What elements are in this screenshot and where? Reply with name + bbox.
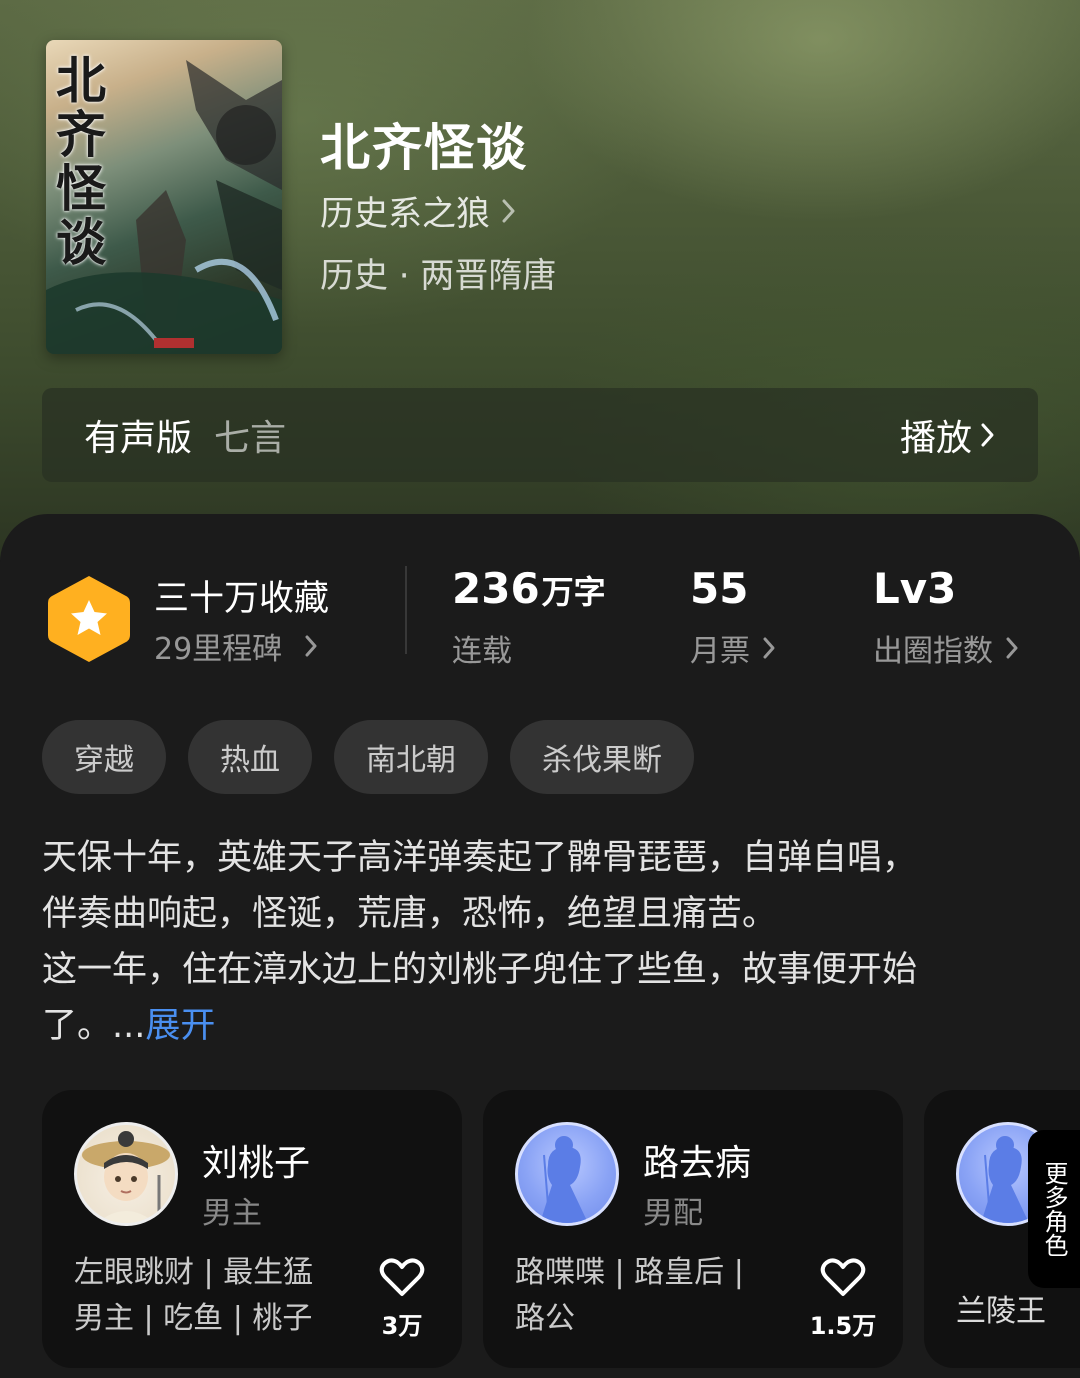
chevron-right-icon bbox=[763, 637, 775, 659]
audio-version-bar[interactable]: 有声版 七言 播放 bbox=[42, 388, 1038, 482]
character-tags-line: 男主 | 吃鱼 | 桃子 bbox=[74, 1301, 313, 1336]
like-button[interactable]: 1.5万 bbox=[803, 1256, 883, 1341]
word-count: 236 万字 bbox=[452, 564, 606, 613]
tag-chip[interactable]: 穿越 bbox=[42, 720, 166, 794]
character-name: 路去病 bbox=[643, 1143, 752, 1184]
monthly-votes-link[interactable]: 月票 bbox=[690, 626, 776, 670]
character-name: 刘桃子 bbox=[202, 1143, 311, 1184]
character-avatar bbox=[515, 1122, 619, 1226]
heart-icon bbox=[379, 1258, 425, 1296]
chevron-right-icon bbox=[502, 199, 515, 222]
popularity-level-value: Lv3 bbox=[873, 564, 957, 613]
heart-icon bbox=[820, 1258, 866, 1296]
stat-divider bbox=[405, 566, 407, 654]
chevron-right-icon bbox=[1006, 637, 1018, 659]
chevron-right-icon bbox=[305, 635, 317, 657]
book-genre: 历史 · 两晋隋唐 bbox=[320, 256, 557, 296]
word-count-value: 236 bbox=[452, 564, 540, 613]
character-tags: 左眼跳财 | 最生猛 男主 | 吃鱼 | 桃子 bbox=[74, 1250, 344, 1342]
like-button[interactable]: 3万 bbox=[362, 1256, 442, 1341]
milestone-link[interactable]: 29里程碑 bbox=[154, 624, 318, 668]
author-name: 历史系之狼 bbox=[320, 194, 490, 234]
monthly-votes-value: 55 bbox=[690, 564, 749, 613]
synopsis-line-end: 了。... bbox=[42, 1006, 146, 1046]
character-tags-line: 路公 bbox=[515, 1301, 575, 1336]
audio-narrator: 七言 bbox=[214, 418, 287, 459]
play-label: 播放 bbox=[899, 418, 972, 459]
synopsis-line: 伴奏曲响起，怪诞，荒唐，恐怖，绝望且痛苦。 bbox=[42, 894, 778, 934]
character-card[interactable]: 路去病 男配 路喋喋 | 路皇后 | 路公 1.5万 bbox=[483, 1090, 903, 1368]
synopsis-line: 了。...展开 bbox=[42, 998, 1042, 1054]
cover-title: 北齐怪谈 bbox=[56, 51, 106, 272]
more-roles-label: 更多角色 bbox=[1040, 1161, 1068, 1257]
book-cover[interactable]: 北齐怪谈 bbox=[46, 40, 282, 354]
expand-link[interactable]: 展开 bbox=[145, 1006, 215, 1046]
more-roles-button[interactable]: 更多角色 bbox=[1028, 1130, 1080, 1288]
tag-chip[interactable]: 杀伐果断 bbox=[510, 720, 694, 794]
tag-list: 穿越 热血 南北朝 杀伐果断 bbox=[42, 720, 716, 794]
character-role: 男主 bbox=[202, 1196, 262, 1231]
milestone-label: 29里程碑 bbox=[154, 632, 283, 667]
author-link[interactable]: 历史系之狼 bbox=[320, 186, 516, 235]
character-portrait bbox=[82, 1131, 170, 1223]
monthly-votes: 55 bbox=[690, 564, 748, 613]
like-count: 1.5万 bbox=[809, 1312, 877, 1340]
chevron-right-icon bbox=[981, 423, 994, 447]
synopsis-line: 天保十年，英雄天子高洋弹奏起了髀骨琵琶，自弹自唱， bbox=[42, 838, 918, 878]
play-button[interactable]: 播放 bbox=[900, 409, 996, 461]
synopsis-line: 这一年，住在漳水边上的刘桃子兜住了些鱼，故事便开始 bbox=[42, 950, 918, 990]
tag-chip[interactable]: 热血 bbox=[188, 720, 312, 794]
character-avatar bbox=[74, 1122, 178, 1226]
audio-label: 有声版 bbox=[84, 418, 193, 459]
character-role: 男配 bbox=[643, 1196, 703, 1231]
character-card[interactable]: 刘桃子 男主 左眼跳财 | 最生猛 男主 | 吃鱼 | 桃子 3万 bbox=[42, 1090, 462, 1368]
character-tags: 路喋喋 | 路皇后 | 路公 bbox=[515, 1250, 785, 1342]
collection-count: 三十万收藏 bbox=[154, 579, 330, 619]
character-tags-line: 路喋喋 | 路皇后 | bbox=[515, 1255, 744, 1290]
like-count: 3万 bbox=[381, 1312, 423, 1340]
popularity-level: Lv3 bbox=[873, 564, 956, 613]
serial-status-label: 连载 bbox=[452, 634, 512, 669]
popularity-index-link[interactable]: 出圈指数 bbox=[873, 626, 1019, 670]
synopsis[interactable]: 天保十年，英雄天子高洋弹奏起了髀骨琵琶，自弹自唱， 伴奏曲响起，怪诞，荒唐，恐怖… bbox=[42, 830, 1042, 1054]
word-count-unit: 万字 bbox=[541, 573, 606, 611]
serial-status: 连载 bbox=[452, 626, 512, 670]
book-title: 北齐怪谈 bbox=[320, 119, 528, 177]
character-tags-line: 左眼跳财 | 最生猛 bbox=[74, 1255, 314, 1290]
tag-chip[interactable]: 南北朝 bbox=[334, 720, 488, 794]
popularity-index-label: 出圈指数 bbox=[873, 634, 993, 669]
character-name: 兰陵王 bbox=[956, 1294, 1046, 1329]
star-badge-icon bbox=[48, 576, 130, 662]
silhouette-icon bbox=[540, 1136, 588, 1223]
monthly-votes-label: 月票 bbox=[690, 634, 750, 669]
